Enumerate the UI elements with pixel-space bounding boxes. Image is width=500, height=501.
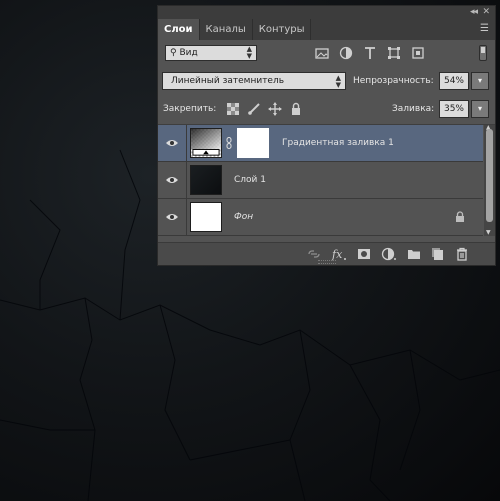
scrollbar-thumb[interactable] — [486, 129, 493, 222]
shape-filter-icon[interactable] — [387, 46, 401, 60]
filter-value: Вид — [179, 48, 198, 58]
tab-channels[interactable]: Каналы — [200, 19, 253, 40]
layer-filter-select[interactable]: ⚲ Вид ▲ ▼ — [165, 45, 257, 61]
link-chain-icon[interactable] — [226, 137, 232, 149]
layer-thumbnail[interactable] — [190, 165, 222, 195]
tab-layers[interactable]: Слои — [158, 19, 200, 40]
close-panel-icon[interactable]: ✕ — [482, 6, 490, 19]
visibility-cell[interactable] — [158, 199, 187, 235]
image-filter-icon[interactable] — [315, 46, 329, 60]
layer-row-layer-1[interactable]: Слой 1 — [158, 162, 483, 199]
eye-icon[interactable] — [166, 138, 178, 148]
blend-mode-select[interactable]: Линейный затемнитель ▲ ▼ — [162, 72, 346, 90]
blend-row: Линейный затемнитель ▲ ▼ Непрозрачность: … — [158, 68, 495, 96]
visibility-cell[interactable] — [158, 162, 187, 198]
opacity-input[interactable]: 54% — [439, 72, 469, 90]
delete-layer-icon[interactable] — [455, 247, 469, 261]
gradient-fill-thumbnail[interactable] — [190, 128, 222, 158]
tab-paths[interactable]: Контуры — [253, 19, 312, 40]
layer-name[interactable]: Слой 1 — [234, 162, 266, 198]
layer-name[interactable]: Фон — [234, 199, 253, 235]
type-filter-icon[interactable] — [363, 46, 377, 60]
fill-dropdown-button[interactable]: ▾ — [471, 100, 489, 118]
layer-thumbnail[interactable] — [190, 202, 222, 232]
panel-footer: fx — [158, 242, 495, 265]
fill-input[interactable]: 35% — [439, 100, 469, 118]
panel-tabs: Слои Каналы Контуры ☰ — [158, 19, 495, 40]
collapse-panel-icon[interactable]: ◂◂ — [470, 6, 478, 19]
lock-image-pixels-icon[interactable] — [247, 102, 261, 116]
panel-resize-grip[interactable] — [318, 260, 336, 264]
scroll-down-icon[interactable]: ▼ — [486, 229, 491, 236]
updown-icon: ▲ ▼ — [335, 74, 341, 89]
lock-label: Закрепить: — [163, 104, 217, 114]
layer-mask-thumbnail[interactable] — [237, 128, 269, 158]
panel-menu-icon[interactable]: ☰ — [480, 23, 489, 35]
lock-row: Закрепить: Заливка: 35% ▾ — [158, 96, 495, 124]
layers-panel: ◂◂ ✕ Слои Каналы Контуры ☰ ⚲ Вид ▲ ▼ Лине… — [157, 5, 496, 266]
smart-object-filter-icon[interactable] — [411, 46, 425, 60]
link-layers-icon[interactable] — [307, 247, 321, 261]
layer-row-gradient-fill[interactable]: Градиентная заливка 1 — [158, 125, 483, 162]
filter-row: ⚲ Вид ▲ ▼ — [158, 40, 495, 68]
opacity-dropdown-button[interactable]: ▾ — [471, 72, 489, 90]
updown-icon: ▲ ▼ — [246, 45, 252, 60]
layers-scrollbar[interactable]: ▲ ▼ — [484, 124, 495, 236]
add-mask-icon[interactable] — [357, 247, 371, 261]
fill-label: Заливка: — [392, 104, 435, 114]
new-adjustment-layer-icon[interactable] — [381, 247, 397, 261]
filter-toggle[interactable] — [479, 45, 487, 61]
lock-position-icon[interactable] — [268, 102, 282, 116]
panel-titlebar: ◂◂ ✕ — [158, 6, 495, 19]
layer-name[interactable]: Градиентная заливка 1 — [282, 125, 394, 161]
layer-lock-icon — [456, 211, 464, 222]
opacity-label: Непрозрачность: — [353, 76, 434, 86]
fx-icon[interactable]: fx — [331, 247, 347, 261]
new-group-icon[interactable] — [407, 247, 421, 261]
layer-row-background[interactable]: Фон — [158, 199, 483, 236]
blend-mode-value: Линейный затемнитель — [171, 76, 285, 86]
layers-list: Градиентная заливка 1 Слой 1 Фон ▲ ▼ — [158, 124, 495, 236]
adjustment-filter-icon[interactable] — [339, 46, 353, 60]
new-layer-icon[interactable] — [431, 247, 445, 261]
eye-icon[interactable] — [166, 212, 178, 222]
lock-all-icon[interactable] — [289, 102, 303, 116]
eye-icon[interactable] — [166, 175, 178, 185]
visibility-cell[interactable] — [158, 125, 187, 161]
lock-transparent-pixels-icon[interactable] — [226, 102, 240, 116]
